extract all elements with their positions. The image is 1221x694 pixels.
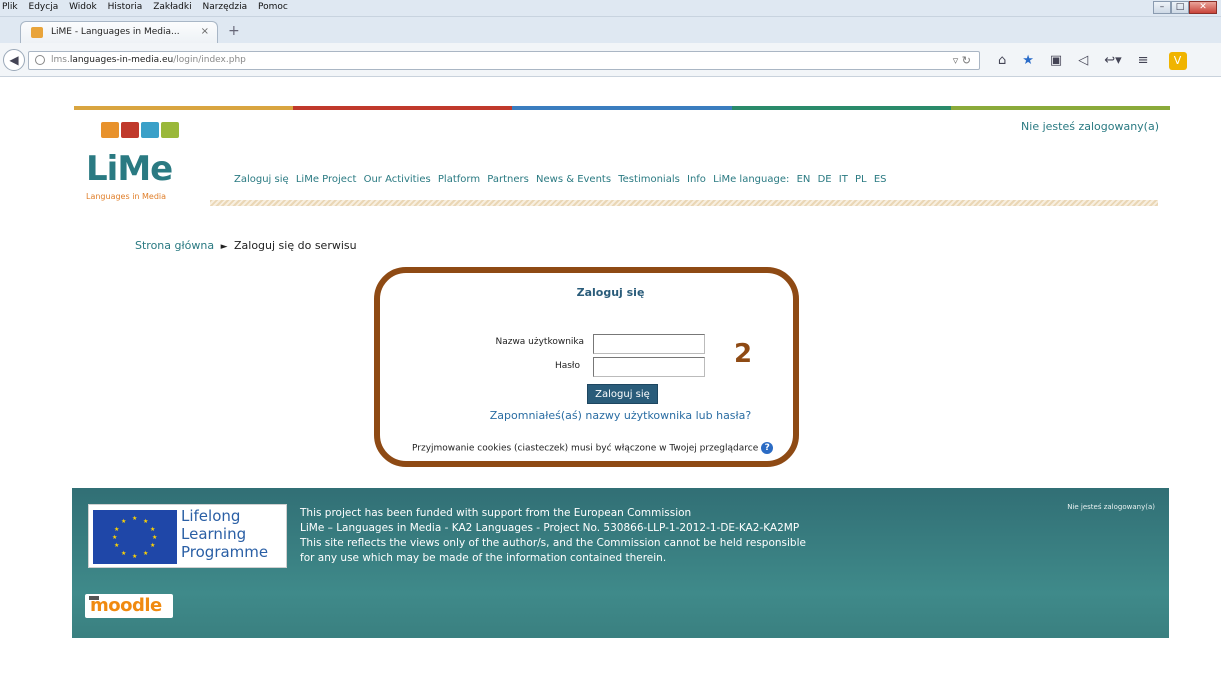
llp-line: Lifelong bbox=[181, 507, 241, 525]
footer-line: LiMe – Languages in Media - KA2 Language… bbox=[300, 522, 800, 534]
color-segment bbox=[293, 106, 513, 110]
nav-info[interactable]: Info bbox=[687, 174, 706, 185]
nav-our-activities[interactable]: Our Activities bbox=[364, 174, 431, 185]
nav-lang-en[interactable]: EN bbox=[797, 174, 811, 185]
header-color-bar bbox=[74, 106, 1171, 110]
llp-logo: ★ ★ ★ ★ ★ ★ ★ ★ ★ ★ ★ ★ Lifelong Learnin… bbox=[88, 504, 287, 568]
web-page: LiMe Languages in Media Nie jesteś zalog… bbox=[0, 78, 1221, 694]
new-tab-button[interactable]: + bbox=[228, 24, 240, 38]
breadcrumb-home[interactable]: Strona główna bbox=[135, 239, 214, 252]
tab-close-icon[interactable]: × bbox=[201, 26, 209, 37]
reply-icon[interactable]: ↩▾ bbox=[1104, 53, 1121, 69]
favicon-icon bbox=[31, 27, 43, 38]
llp-text: Lifelong Learning Programme bbox=[181, 507, 268, 561]
logo-block bbox=[121, 122, 139, 138]
browser-menubar: Plik Edycja Widok Historia Zakładki Narz… bbox=[0, 0, 1221, 17]
window-close-button[interactable]: ✕ bbox=[1189, 1, 1217, 14]
menu-history[interactable]: Historia bbox=[108, 2, 143, 12]
globe-icon bbox=[35, 55, 45, 65]
browser-tabbar: LiME - Languages in Media... × + bbox=[0, 17, 1221, 43]
logo-icons bbox=[101, 122, 181, 138]
menu-help[interactable]: Pomoc bbox=[258, 2, 288, 12]
menu-bookmarks[interactable]: Zakładki bbox=[153, 2, 191, 12]
tab-title: LiME - Languages in Media... bbox=[51, 27, 180, 37]
menu-tools[interactable]: Narzędzia bbox=[202, 2, 247, 12]
footer-line: for any use which may be made of the inf… bbox=[300, 552, 667, 564]
color-segment bbox=[74, 106, 294, 110]
nav-lang-pl[interactable]: PL bbox=[855, 174, 867, 185]
logo-block bbox=[161, 122, 179, 138]
page-footer: ★ ★ ★ ★ ★ ★ ★ ★ ★ ★ ★ ★ Lifelong Learnin… bbox=[72, 488, 1169, 638]
url-text[interactable]: lms.languages-in-media.eu/login/index.ph… bbox=[51, 55, 246, 65]
color-segment bbox=[731, 106, 951, 110]
nav-news-events[interactable]: News & Events bbox=[536, 174, 611, 185]
nav-testimonials[interactable]: Testimonials bbox=[618, 174, 680, 185]
site-logo[interactable]: LiMe bbox=[86, 152, 173, 186]
menu-edit[interactable]: Edycja bbox=[29, 2, 59, 12]
browser-navbar: ◀ lms.languages-in-media.eu/login/index.… bbox=[0, 43, 1221, 77]
url-path: /login/index.php bbox=[173, 55, 246, 65]
main-nav: Zaloguj się LiMe Project Our Activities … bbox=[234, 174, 891, 185]
moodle-logo-text: moodle bbox=[90, 595, 162, 616]
breadcrumb-separator-icon: ► bbox=[220, 242, 228, 252]
step-number: 2 bbox=[734, 339, 753, 369]
nav-lang-es[interactable]: ES bbox=[874, 174, 887, 185]
nav-divider bbox=[210, 200, 1158, 206]
browser-tab[interactable]: LiME - Languages in Media... × bbox=[20, 21, 218, 43]
send-icon[interactable]: ◁ bbox=[1078, 53, 1088, 69]
site-logo-subtitle: Languages in Media bbox=[86, 192, 167, 201]
moodle-logo[interactable]: moodle bbox=[85, 594, 173, 618]
footer-line: This project has been funded with suppor… bbox=[300, 507, 692, 519]
menu-items: Plik Edycja Widok Historia Zakładki Narz… bbox=[2, 2, 296, 12]
maximize-button[interactable]: □ bbox=[1171, 1, 1189, 14]
footer-login-status: Nie jesteś zalogowany(a) bbox=[1067, 503, 1155, 511]
color-segment bbox=[950, 106, 1171, 110]
url-host: languages-in-media.eu bbox=[69, 55, 174, 65]
clipboard-icon[interactable]: ▣ bbox=[1050, 53, 1062, 69]
url-bar[interactable]: lms.languages-in-media.eu/login/index.ph… bbox=[28, 51, 980, 70]
nav-lang-it[interactable]: IT bbox=[839, 174, 848, 185]
nav-language-label: LiMe language: bbox=[713, 174, 790, 185]
home-icon[interactable]: ⌂ bbox=[998, 53, 1006, 69]
logo-block bbox=[101, 122, 119, 138]
login-status: Nie jesteś zalogowany(a) bbox=[1021, 120, 1159, 133]
nav-partners[interactable]: Partners bbox=[487, 174, 529, 185]
reload-icon[interactable]: ▿ ↻ bbox=[953, 54, 971, 67]
extension-icon[interactable]: V bbox=[1168, 52, 1187, 70]
menu-file[interactable]: Plik bbox=[2, 2, 18, 12]
menu-view[interactable]: Widok bbox=[69, 2, 97, 12]
footer-disclaimer: This project has been funded with suppor… bbox=[300, 506, 806, 566]
footer-line: This site reflects the views only of the… bbox=[300, 537, 806, 549]
toolbar-icons: ⌂ ★ ▣ ◁ ↩▾ ≡ V bbox=[998, 52, 1187, 70]
url-prefix: lms. bbox=[51, 55, 70, 65]
eu-flag-icon: ★ ★ ★ ★ ★ ★ ★ ★ ★ ★ ★ ★ bbox=[93, 510, 177, 564]
breadcrumb: Strona główna ► Zaloguj się do serwisu bbox=[135, 239, 357, 252]
menu-hamburger-icon[interactable]: ≡ bbox=[1138, 53, 1149, 69]
nav-login[interactable]: Zaloguj się bbox=[234, 174, 289, 185]
llp-line: Programme bbox=[181, 543, 269, 561]
minimize-button[interactable]: – bbox=[1153, 1, 1171, 14]
nav-lime-project[interactable]: LiMe Project bbox=[296, 174, 357, 185]
back-button[interactable]: ◀ bbox=[3, 49, 25, 71]
window-controls: – □ ✕ bbox=[1153, 1, 1217, 14]
color-segment bbox=[512, 106, 732, 110]
bookmark-star-icon[interactable]: ★ bbox=[1022, 53, 1034, 69]
logo-block bbox=[141, 122, 159, 138]
breadcrumb-current: Zaloguj się do serwisu bbox=[233, 239, 357, 252]
llp-line: Learning bbox=[181, 525, 247, 543]
nav-platform[interactable]: Platform bbox=[438, 174, 480, 185]
nav-lang-de[interactable]: DE bbox=[818, 174, 832, 185]
